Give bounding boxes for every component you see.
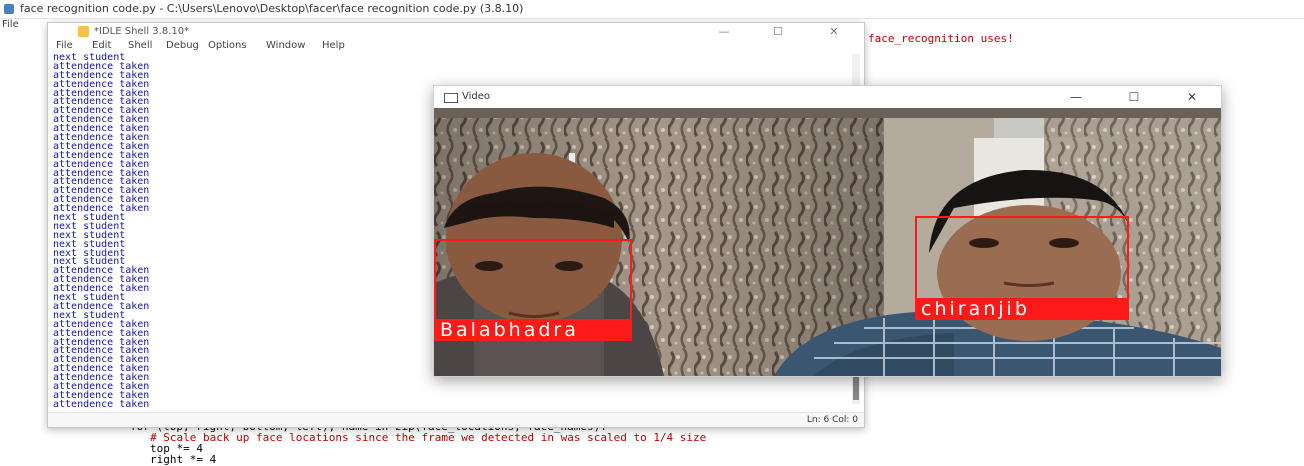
shell-output-line: attendence taken [53,389,150,401]
menu-debug[interactable]: Debug [166,40,199,51]
video-minimize-button[interactable]: — [1061,86,1091,108]
face-label-1: Balabhadra [434,319,632,341]
editor-menu-file[interactable]: File [2,19,19,30]
video-close-button[interactable]: ✕ [1177,86,1207,108]
idle-icon [78,26,89,37]
python-file-icon [4,4,14,14]
video-maximize-button[interactable]: ☐ [1119,86,1149,108]
shell-output-line: attendence taken [53,69,150,81]
shell-title: *IDLE Shell 3.8.10* [94,26,190,37]
menu-window[interactable]: Window [266,40,305,51]
editor-title-bar: face recognition code.py - C:\Users\Leno… [0,0,1304,19]
code-line-4: right *= 4 [150,453,217,466]
shell-title-bar[interactable]: *IDLE Shell 3.8.10* — ☐ ✕ [48,23,864,40]
video-title: Video [462,91,491,102]
video-window-icon [444,93,458,103]
menu-edit[interactable]: Edit [92,40,111,51]
cursor-position: Ln: 6 Col: 0 [806,415,858,425]
video-window[interactable]: Video — ☐ ✕ Balabhadra chiranjib [433,85,1222,377]
editor-title: face recognition code.py - C:\Users\Leno… [20,2,524,15]
shell-output-line: attendence taken [53,60,150,72]
code-comment-top: face_recognition uses! [868,32,1014,45]
shell-output-line: attendence taken [53,398,150,410]
shell-close-button[interactable]: ✕ [814,23,854,40]
camera-frame: Balabhadra chiranjib [434,108,1221,376]
menu-file[interactable]: File [56,40,73,51]
shell-maximize-button[interactable]: ☐ [758,23,798,40]
menu-options[interactable]: Options [208,40,247,51]
shell-minimize-button[interactable]: — [704,23,744,40]
face-label-2: chiranjib [915,298,1129,320]
code-line-2: # Scale back up face locations since the… [150,431,707,444]
shell-output-line: next student [53,52,126,63]
shell-menu-bar: File Edit Shell Debug Options Window Hel… [48,40,864,54]
video-title-bar[interactable]: Video — ☐ ✕ [434,86,1221,108]
shell-status-bar: Ln: 6 Col: 0 [48,412,864,427]
menu-help[interactable]: Help [322,40,345,51]
shell-scroll-thumb[interactable] [853,374,859,400]
menu-shell[interactable]: Shell [128,40,152,51]
shell-output-line: attendence taken [53,380,150,392]
